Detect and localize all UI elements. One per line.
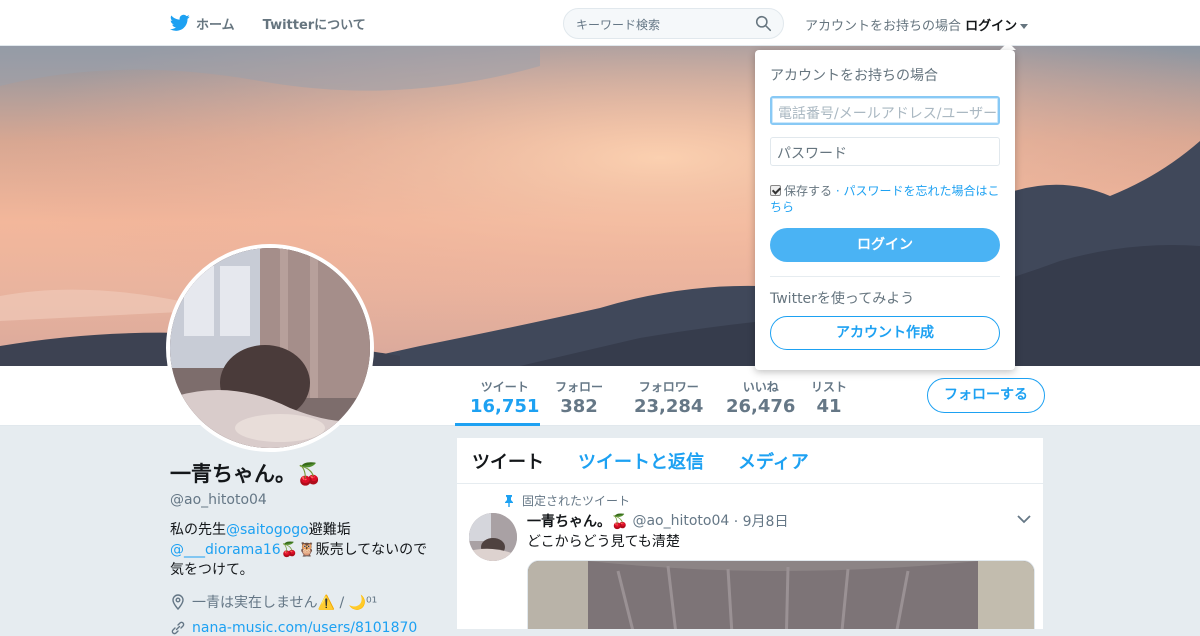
stat-tweets-label: ツイート [480, 380, 529, 394]
stat-following[interactable]: フォロー 382 [555, 378, 603, 417]
pinned-tweet[interactable]: 固定されたツイート 一青ちゃん。🍒 @ao_hitoto04 · 9月8日 どこ… [457, 484, 1043, 629]
try-twitter-label: Twitterを使ってみよう [770, 291, 915, 307]
login-label: ログイン [965, 19, 1018, 34]
nav-home[interactable]: ホーム [170, 14, 235, 33]
login-dropdown: アカウントをお持ちの場合 電話番号/メールアドレス/ユーザー名 パスワード 保存… [755, 50, 1015, 370]
dropdown-caret [1000, 42, 1016, 50]
profile-bio: 私の先生@saitogogo避難垢@___diorama16🍒🦉販売してないので… [170, 520, 432, 580]
tweet-photo [528, 561, 1034, 629]
stat-followers-value: 23,284 [634, 396, 704, 417]
main-nav: ホーム Twitterについて [170, 0, 394, 46]
chevron-down-icon[interactable] [1017, 514, 1031, 524]
profile-location: 一青は実在しません⚠️ / 🌙⁰¹ [170, 592, 440, 612]
follow-button[interactable]: フォローする [927, 378, 1045, 413]
login-button[interactable]: ログイン [770, 228, 1000, 262]
stat-lists-label: リスト [811, 380, 848, 394]
login-menu-toggle[interactable]: アカウントをお持ちの場合 ログイン [805, 15, 1029, 34]
bio-text-2: 避難垢 [308, 522, 351, 538]
password-input[interactable]: パスワード [770, 137, 1000, 166]
stat-tweets[interactable]: ツイート 16,751 [470, 378, 539, 417]
stat-following-value: 382 [560, 396, 598, 417]
remember-row: 保存する · パスワードを忘れた場合はこちら [770, 183, 1002, 215]
tweet-header: 一青ちゃん。🍒 @ao_hitoto04 · 9月8日 [527, 511, 788, 531]
stat-following-label: フォロー [555, 380, 604, 394]
profile-name[interactable]: 一青ちゃん。🍒 [170, 458, 440, 488]
search-placeholder: キーワード検索 [576, 18, 661, 32]
nav-about[interactable]: Twitterについて [263, 14, 366, 33]
url-text[interactable]: nana-music.com/users/8101870 [192, 620, 417, 636]
location-pin-icon [172, 594, 184, 610]
stat-likes[interactable]: いいね 26,476 [726, 378, 795, 417]
tab-tweets[interactable]: ツイート [472, 448, 544, 474]
stat-lists-value: 41 [816, 396, 842, 417]
pinned-label-row: 固定されたツイート [504, 492, 630, 509]
link-icon [171, 621, 185, 635]
timeline-tabs: ツイート ツイートと返信 メディア [457, 438, 1043, 484]
active-tab-underline [455, 423, 540, 426]
tab-media[interactable]: メディア [738, 448, 809, 474]
tab-tweets-and-replies[interactable]: ツイートと返信 [578, 448, 704, 474]
profile-url[interactable]: nana-music.com/users/8101870 [170, 620, 440, 636]
bio-mention-2[interactable]: @___diorama16 [170, 542, 281, 558]
caret-down-icon [1020, 24, 1029, 29]
nav-home-label: ホーム [196, 17, 235, 33]
twitter-bird-icon [170, 14, 190, 31]
stat-likes-label: いいね [742, 380, 779, 394]
search-input[interactable]: キーワード検索 [563, 8, 784, 39]
search-icon[interactable] [755, 15, 772, 32]
tweet-avatar[interactable] [469, 513, 517, 561]
bio-mention-1[interactable]: @saitogogo [226, 522, 309, 538]
tweet-author-handle[interactable]: @ao_hitoto04 [632, 513, 729, 529]
bio-text-1: 私の先生 [170, 522, 226, 538]
login-prefix: アカウントをお持ちの場合 [805, 19, 962, 34]
stat-followers[interactable]: フォロワー 23,284 [634, 378, 703, 417]
username-input[interactable]: 電話番号/メールアドレス/ユーザー名 [770, 96, 1000, 125]
tweet-author-name[interactable]: 一青ちゃん。🍒 [527, 511, 628, 531]
timeline: ツイート ツイートと返信 メディア 固定されたツイート 一青ちゃん。🍒 @ao_… [456, 437, 1044, 630]
tweet-text: どこからどう見ても清楚 [527, 534, 680, 550]
pinned-label: 固定されたツイート [522, 494, 631, 508]
top-navigation-bar: ホーム Twitterについて キーワード検索 アカウントをお持ちの場合 ログイ… [0, 0, 1200, 46]
profile-sidebar: 一青ちゃん。🍒 @ao_hitoto04 私の先生@saitogogo避難垢 @_… [170, 458, 440, 636]
login-dropdown-title: アカウントをお持ちの場合 [770, 68, 938, 84]
signup-button[interactable]: アカウント作成 [770, 316, 1000, 350]
stat-tweets-value: 16,751 [470, 396, 540, 417]
tweet-avatar-photo [469, 513, 517, 561]
profile-avatar[interactable] [166, 244, 374, 452]
location-text: 一青は実在しません⚠️ / 🌙⁰¹ [192, 595, 378, 611]
stat-likes-value: 26,476 [726, 396, 796, 417]
nav-about-label: Twitterについて [262, 17, 366, 33]
avatar-photo [170, 248, 370, 448]
remember-label[interactable]: 保存する [784, 184, 832, 198]
stat-followers-label: フォロワー [638, 380, 699, 394]
tweet-media-image[interactable] [527, 560, 1035, 629]
tweet-date[interactable]: · 9月8日 [734, 511, 789, 531]
remember-checkbox[interactable] [770, 185, 781, 196]
pin-icon [505, 494, 513, 507]
stat-lists[interactable]: リスト 41 [811, 378, 847, 417]
dropdown-divider [770, 276, 1000, 277]
profile-handle[interactable]: @ao_hitoto04 [170, 492, 440, 508]
